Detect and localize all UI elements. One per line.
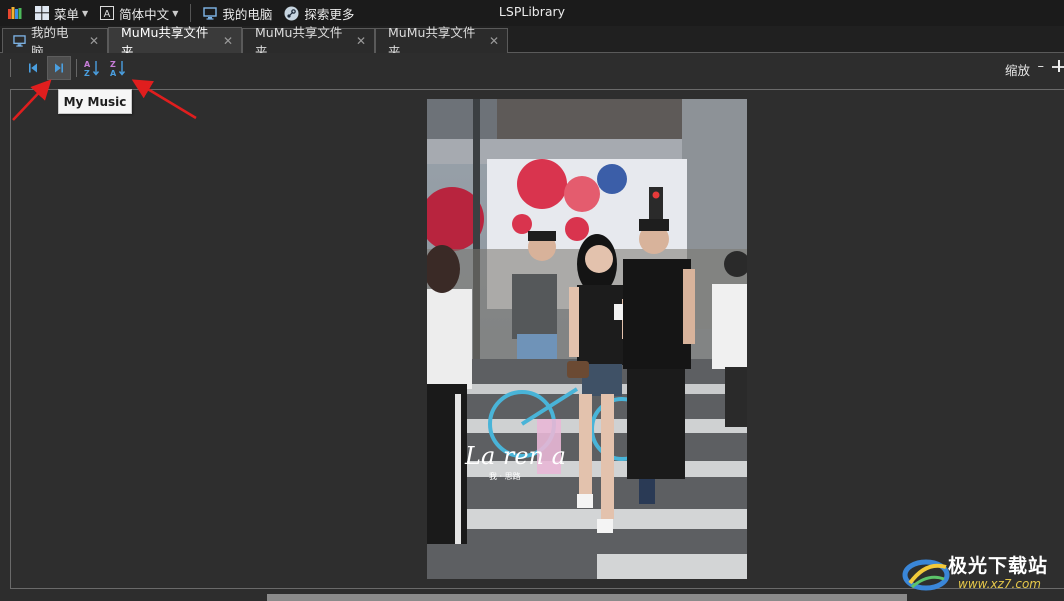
- tab-mumu-shared-folder-3[interactable]: MuMu共享文件夹 ✕: [375, 25, 508, 59]
- viewer-toolbar: A Z Z A 缩放 –: [0, 53, 1064, 81]
- svg-text:A: A: [104, 9, 111, 20]
- toolbar-grip: [10, 59, 11, 77]
- tab-mumu-shared-folder-2[interactable]: MuMu共享文件夹 ✕: [242, 25, 375, 59]
- photo-signature-sub: 我 · 思路: [489, 471, 521, 481]
- chevron-down-icon: ▼: [82, 8, 89, 18]
- zoom-out-button[interactable]: –: [1038, 59, 1045, 74]
- horizontal-scrollbar[interactable]: [267, 594, 907, 601]
- menubar-divider: [190, 4, 192, 22]
- monitor-icon: [13, 35, 26, 47]
- zoom-slider-thumb[interactable]: [1058, 60, 1060, 72]
- skip-previous-icon: [29, 63, 37, 73]
- explore-more-label: 探索更多: [304, 6, 355, 22]
- previous-button[interactable]: [21, 56, 45, 80]
- my-computer-label: 我的电脑: [222, 6, 273, 22]
- tab-my-computer[interactable]: 我的电脑 ✕: [2, 25, 108, 59]
- sort-descending-button[interactable]: Z A: [106, 56, 130, 80]
- chevron-down-icon: ▼: [172, 8, 179, 18]
- tab-bar: 我的电脑 ✕ MuMu共享文件夹 ✕ MuMu共享文件夹 ✕ MuMu共享文件夹…: [0, 25, 1064, 59]
- books-icon: [8, 7, 22, 19]
- close-icon[interactable]: ✕: [489, 34, 499, 48]
- svg-text:Z: Z: [110, 60, 116, 69]
- close-icon[interactable]: ✕: [223, 34, 233, 48]
- sort-a-z-icon: A Z: [84, 60, 100, 77]
- next-button[interactable]: [47, 56, 71, 80]
- svg-text:A: A: [84, 60, 91, 69]
- site-watermark: 极光下载站 www.xz7.com: [902, 549, 1064, 601]
- close-icon[interactable]: ✕: [356, 34, 366, 48]
- monitor-icon: [203, 6, 218, 20]
- language-label: 简体中文: [119, 6, 170, 22]
- tooltip: My Music: [58, 89, 132, 114]
- aurora-logo-icon: [902, 559, 950, 591]
- font-a-icon: A: [100, 6, 115, 20]
- zoom-label: 缩放: [1004, 63, 1030, 78]
- steam-icon: [284, 6, 299, 20]
- tab-mumu-shared-folder-1[interactable]: MuMu共享文件夹 ✕: [108, 25, 242, 59]
- preview-image: La ren a 我 · 思路: [427, 99, 747, 579]
- watermark-url: www.xz7.com: [958, 577, 1041, 591]
- close-icon[interactable]: ✕: [89, 34, 99, 48]
- skip-next-icon: [55, 63, 63, 73]
- sort-z-a-icon: Z A: [110, 60, 126, 77]
- toolbar-divider: [76, 59, 77, 77]
- svg-text:A: A: [110, 69, 117, 77]
- windows-icon: [35, 6, 49, 20]
- photo-signature: La ren a: [464, 442, 566, 470]
- menu-label: 菜单: [54, 6, 80, 22]
- svg-text:Z: Z: [84, 69, 90, 77]
- watermark-title: 极光下载站: [948, 555, 1049, 577]
- street-photo-illustration: La ren a 我 · 思路: [427, 99, 747, 579]
- sort-ascending-button[interactable]: A Z: [80, 56, 104, 80]
